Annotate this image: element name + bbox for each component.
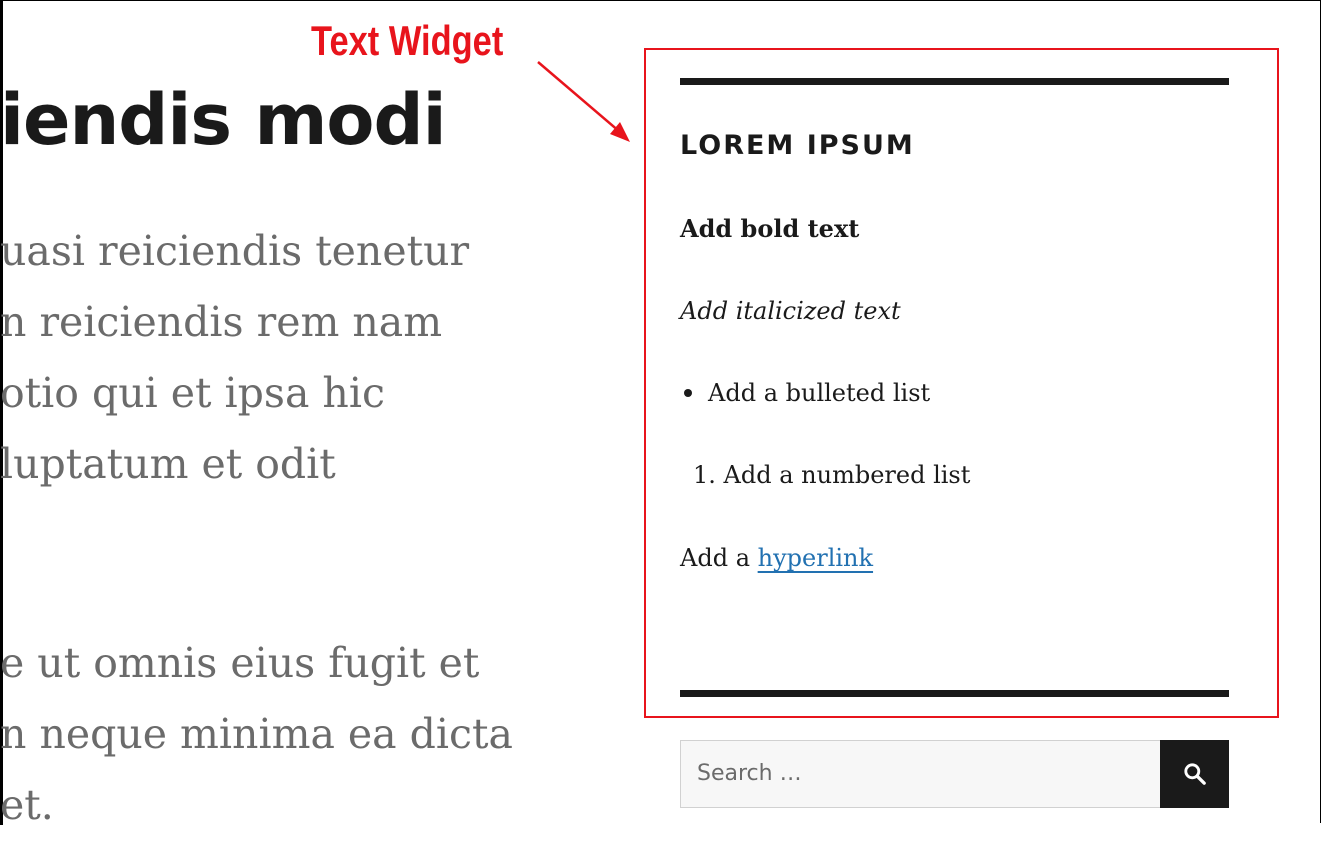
paragraph-line: uasi reiciendis tenetur xyxy=(0,227,470,275)
post-paragraph: uasi reiciendis tenetur n reiciendis rem… xyxy=(0,216,600,500)
bullet-icon xyxy=(684,388,692,397)
bullet-item-text: Add a bulleted list xyxy=(708,379,931,407)
paragraph-line: n reiciendis rem nam xyxy=(0,298,443,346)
widget-bottom-rule xyxy=(680,690,1229,697)
search-icon xyxy=(1183,763,1206,785)
widget-bulleted-list-item: Add a bulleted list xyxy=(684,376,930,410)
search-input[interactable]: Search … xyxy=(680,740,1161,808)
annotation-label: Text Widget xyxy=(311,17,504,64)
widget-bold-text: Add bold text xyxy=(680,214,860,243)
paragraph-line: luptatum et odit xyxy=(0,440,336,488)
paragraph-line: e ut omnis eius fugit et xyxy=(0,639,480,687)
widget-top-rule xyxy=(680,78,1229,85)
paragraph-line: et. xyxy=(0,781,54,829)
widget-link-line: Add a hyperlink xyxy=(680,541,873,575)
widget-numbered-list-item: 1. Add a numbered list xyxy=(693,458,970,492)
numbered-item-text: Add a numbered list xyxy=(723,461,971,489)
widget-hyperlink[interactable]: hyperlink xyxy=(758,544,873,572)
list-number: 1. xyxy=(693,461,716,489)
widget-title: LOREM IPSUM xyxy=(680,130,915,161)
link-prefix-text: Add a xyxy=(680,544,750,572)
paragraph-line: otio qui et ipsa hic xyxy=(0,369,385,417)
paragraph-line: n neque minima ea dicta xyxy=(0,710,513,758)
post-title: iendis modi xyxy=(0,79,447,161)
annotation-arrow-icon xyxy=(537,61,630,142)
search-button[interactable] xyxy=(1160,740,1229,808)
post-paragraph: e ut omnis eius fugit et n neque minima … xyxy=(0,628,600,841)
widget-italic-text: Add italicized text xyxy=(680,297,901,325)
